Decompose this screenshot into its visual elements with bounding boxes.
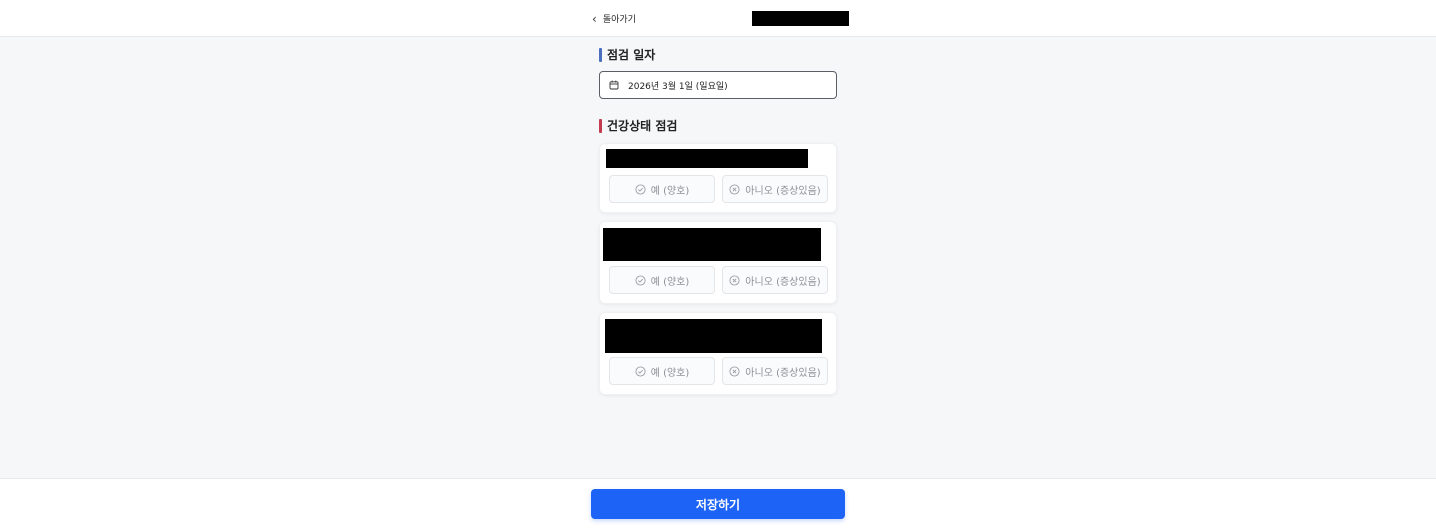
section-accent-bar: [599, 47, 602, 62]
question-card: 예 (양호) 아니오 (증상있음): [599, 143, 837, 213]
x-circle-icon: [729, 365, 740, 377]
no-option-label: 아니오 (증상있음): [745, 185, 821, 197]
back-label: 돌아가기: [602, 15, 636, 25]
no-option-button[interactable]: 아니오 (증상있음): [722, 175, 828, 203]
x-circle-icon: [729, 274, 740, 286]
section-accent-bar: [599, 118, 602, 133]
date-value: 2026년 3월 1일 (일요일): [628, 81, 728, 92]
no-option-button[interactable]: 아니오 (증상있음): [722, 266, 828, 294]
calendar-icon: [609, 80, 619, 90]
health-section-title-text: 건강상태 점검: [607, 119, 678, 133]
yes-option-label: 예 (양호): [650, 367, 690, 379]
yes-option-label: 예 (양호): [650, 185, 690, 197]
back-button[interactable]: ‹ 돌아가기: [592, 10, 636, 27]
no-option-label: 아니오 (증상있음): [745, 276, 821, 288]
date-picker-field[interactable]: 2026년 3월 1일 (일요일): [599, 71, 837, 99]
no-option-button[interactable]: 아니오 (증상있음): [722, 357, 828, 385]
redacted-question-text: [606, 149, 808, 168]
date-section-title: 점검 일자: [599, 47, 655, 62]
yes-option-button[interactable]: 예 (양호): [609, 175, 715, 203]
no-option-label: 아니오 (증상있음): [745, 367, 821, 379]
save-button[interactable]: 저장하기: [591, 489, 845, 519]
x-circle-icon: [729, 183, 740, 195]
redacted-question-text: [603, 228, 821, 261]
check-circle-icon: [635, 183, 646, 195]
yes-option-button[interactable]: 예 (양호): [609, 266, 715, 294]
check-circle-icon: [635, 274, 646, 286]
yes-option-label: 예 (양호): [650, 276, 690, 288]
redacted-header-title: [752, 11, 849, 26]
check-circle-icon: [635, 365, 646, 377]
question-card: 예 (양호) 아니오 (증상있음): [599, 312, 837, 395]
chevron-left-icon: ‹: [592, 11, 597, 26]
question-card: 예 (양호) 아니오 (증상있음): [599, 221, 837, 304]
yes-option-button[interactable]: 예 (양호): [609, 357, 715, 385]
top-bar: ‹ 돌아가기: [0, 0, 1436, 37]
date-section-title-text: 점검 일자: [607, 48, 656, 62]
health-section-title: 건강상태 점검: [599, 118, 677, 133]
redacted-question-text: [605, 319, 822, 353]
